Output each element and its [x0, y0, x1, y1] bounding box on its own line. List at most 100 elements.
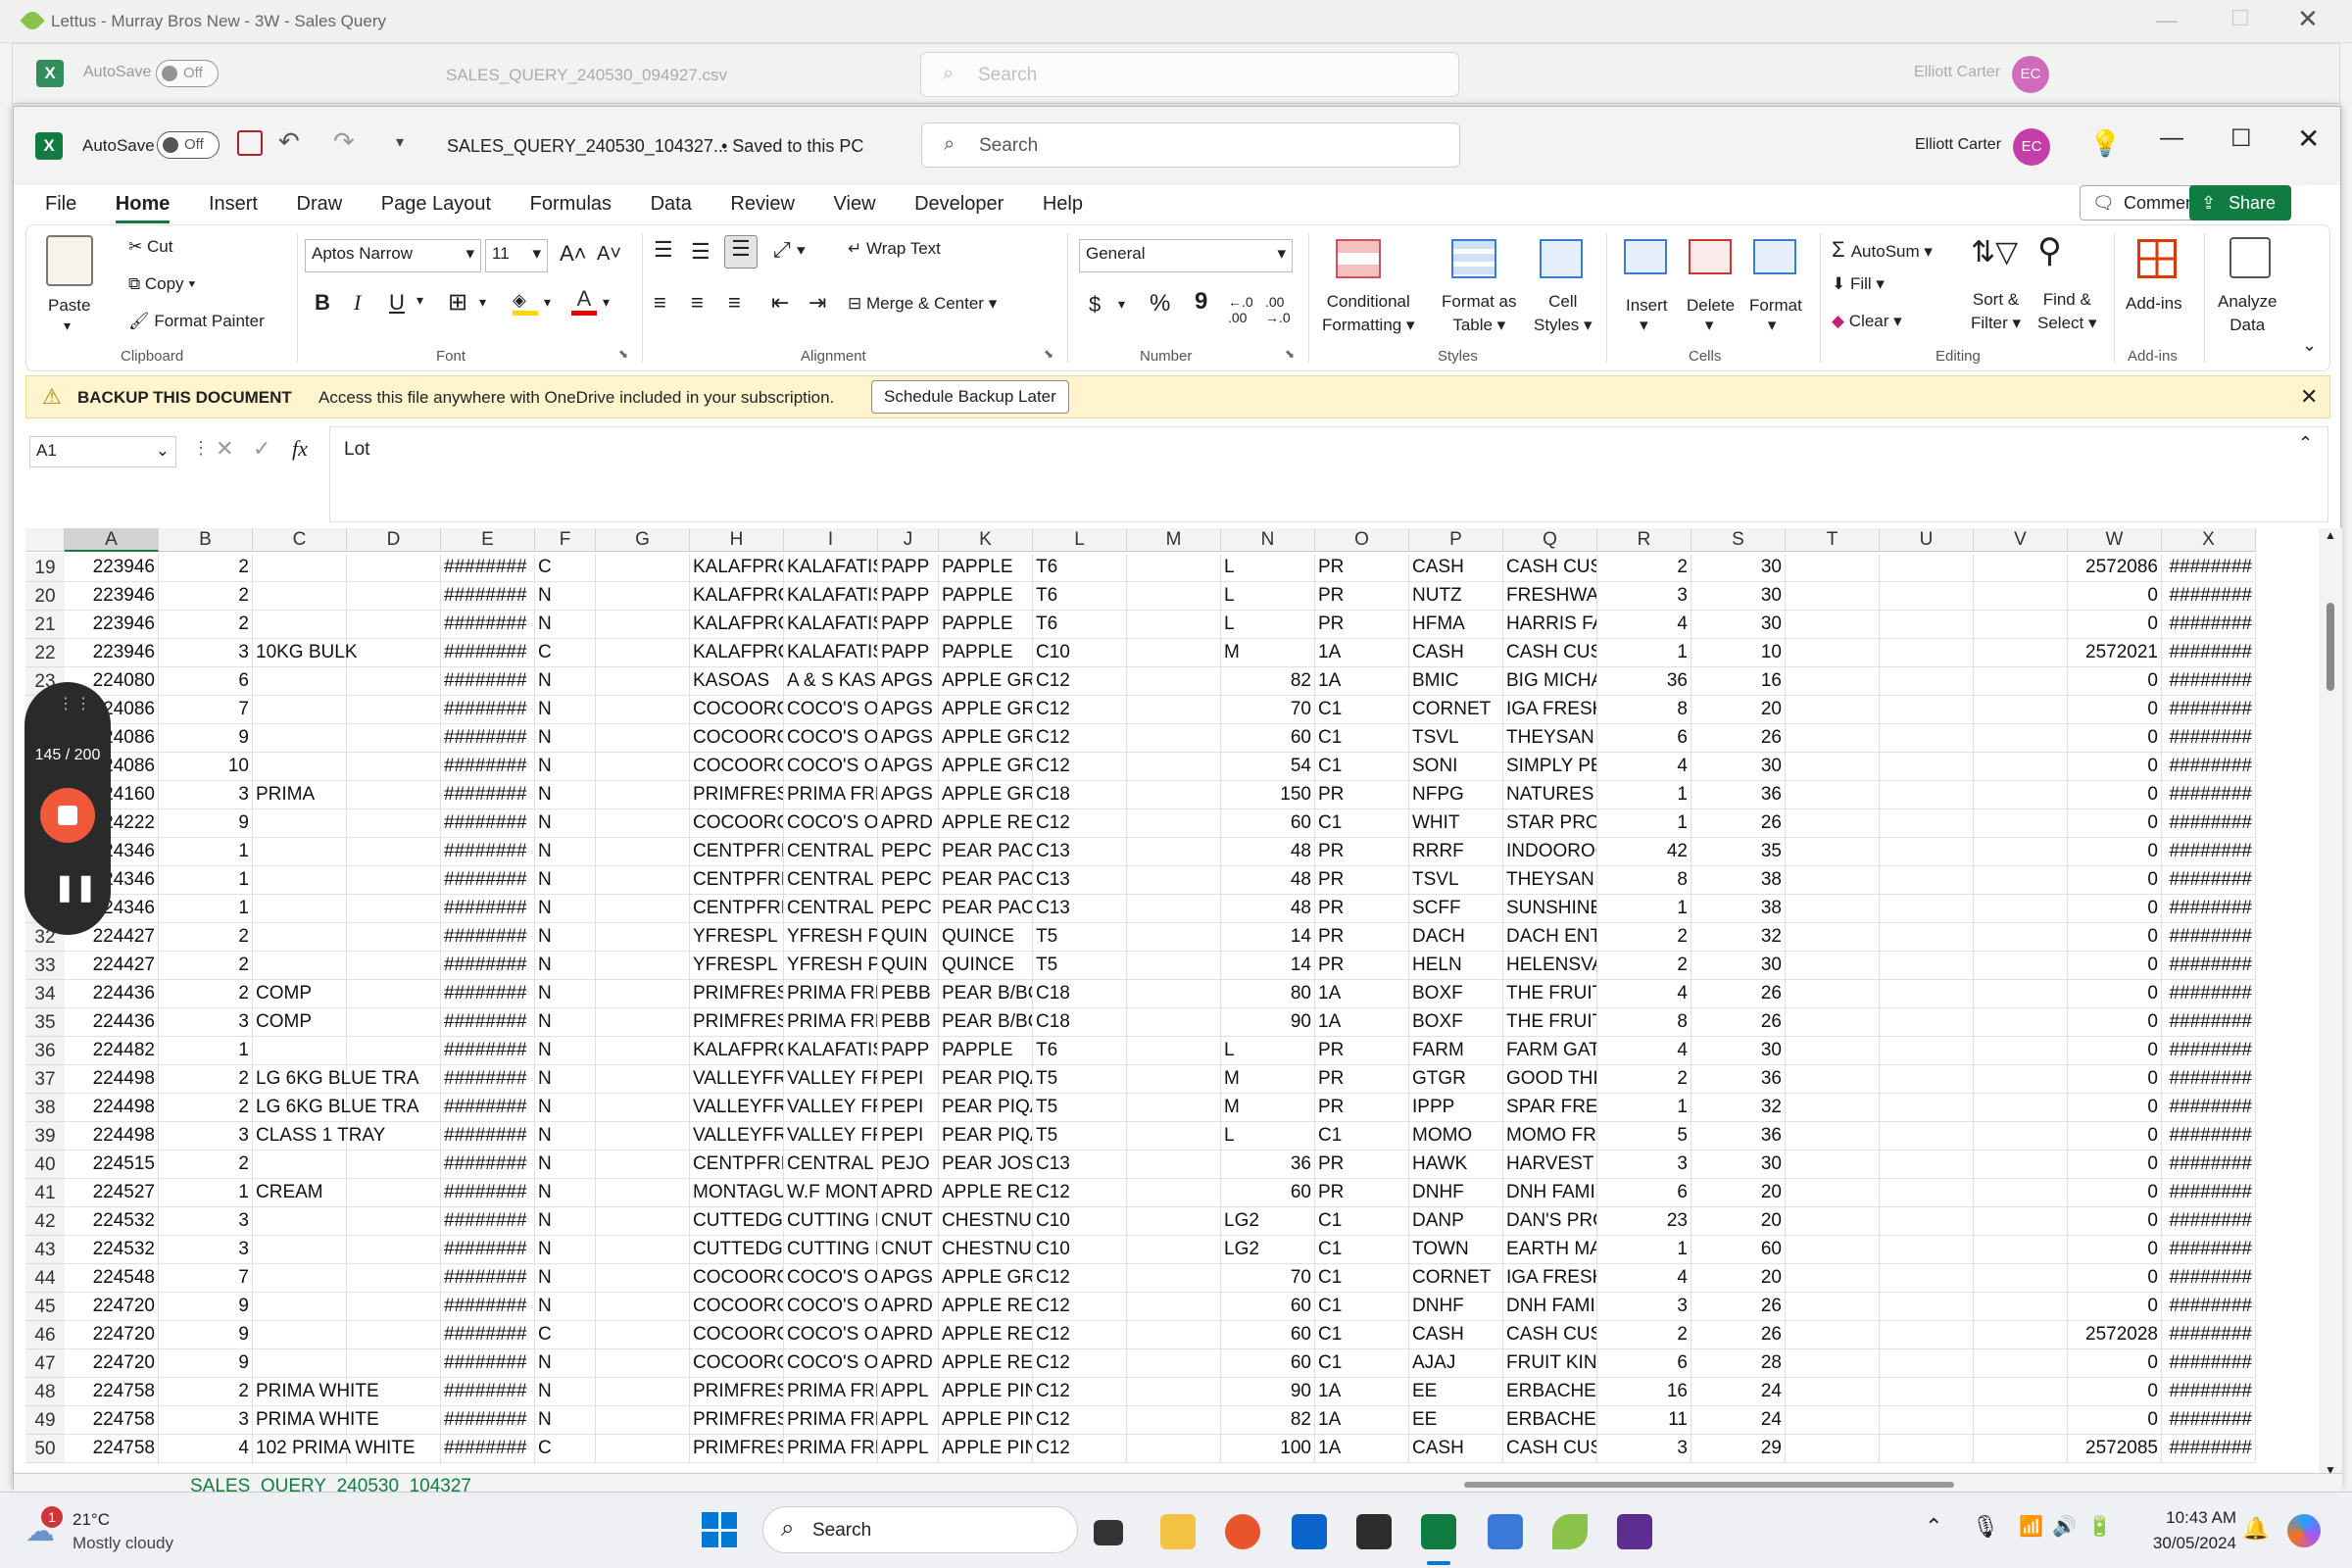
- cell-d[interactable]: [347, 639, 441, 667]
- cell-o[interactable]: C1: [1315, 724, 1409, 753]
- cell-w[interactable]: 2572086: [2068, 554, 2162, 582]
- currency-button[interactable]: $: [1089, 292, 1101, 318]
- row-header[interactable]: 41: [25, 1179, 65, 1207]
- cell-h[interactable]: CUTTEDGI: [690, 1207, 784, 1236]
- cell-f[interactable]: N: [535, 696, 596, 724]
- cell-k[interactable]: CHESTNU': [939, 1207, 1033, 1236]
- cell-i[interactable]: PRIMA FRE: [784, 781, 878, 809]
- column-header-t[interactable]: T: [1786, 528, 1880, 552]
- column-header-s[interactable]: S: [1691, 528, 1786, 552]
- cell-h[interactable]: CENTPFRE: [690, 1151, 784, 1179]
- align-middle-icon[interactable]: ☰: [691, 239, 710, 265]
- clock-date[interactable]: 30/05/2024: [2142, 1534, 2236, 1553]
- collapse-formula-icon[interactable]: ⌃: [2298, 433, 2313, 454]
- cell-d[interactable]: [347, 1207, 441, 1236]
- tab-data[interactable]: Data: [651, 193, 692, 215]
- cell-o[interactable]: 1A: [1315, 1378, 1409, 1406]
- cell-b[interactable]: 1: [159, 895, 253, 923]
- cell-p[interactable]: IPPP: [1409, 1094, 1503, 1122]
- cancel-entry-icon[interactable]: ✕: [216, 436, 233, 462]
- cell-r[interactable]: 2: [1597, 923, 1691, 952]
- cell-m[interactable]: [1127, 1207, 1221, 1236]
- cell-u[interactable]: [1880, 980, 1974, 1008]
- cell-s[interactable]: 20: [1691, 1179, 1786, 1207]
- cell-u[interactable]: [1880, 753, 1974, 781]
- cell-p[interactable]: TSVL: [1409, 724, 1503, 753]
- cell-u[interactable]: [1880, 1179, 1974, 1207]
- cell-h[interactable]: COCOORC: [690, 1321, 784, 1349]
- cell-l[interactable]: T5: [1033, 1065, 1127, 1094]
- cell-n[interactable]: L: [1221, 1122, 1315, 1151]
- row-header[interactable]: 47: [25, 1349, 65, 1378]
- cell-h[interactable]: CENTPFRE: [690, 895, 784, 923]
- borders-dropdown-icon[interactable]: ▾: [479, 294, 486, 311]
- cell-e[interactable]: ########: [441, 753, 535, 781]
- cell-c[interactable]: CLASS 1 TRAY: [253, 1122, 385, 1151]
- decrease-indent-icon[interactable]: ⇤: [771, 290, 789, 316]
- cell-g[interactable]: [596, 1037, 690, 1065]
- cell-k[interactable]: PEAR PACI: [939, 895, 1033, 923]
- notepad-icon[interactable]: [1488, 1514, 1523, 1549]
- cell-r[interactable]: 4: [1597, 753, 1691, 781]
- cell-l[interactable]: C13: [1033, 895, 1127, 923]
- cell-d[interactable]: [347, 753, 441, 781]
- cell-q[interactable]: FRESHWAY: [1503, 582, 1597, 611]
- cell-r[interactable]: 1: [1597, 1236, 1691, 1264]
- cell-w[interactable]: 0: [2068, 1264, 2162, 1293]
- cell-o[interactable]: C1: [1315, 809, 1409, 838]
- cell-r[interactable]: 8: [1597, 696, 1691, 724]
- cell-j[interactable]: PEJO: [878, 1151, 939, 1179]
- cell-t[interactable]: [1786, 1122, 1880, 1151]
- cell-x[interactable]: ########: [2162, 1151, 2256, 1179]
- cell-m[interactable]: [1127, 1321, 1221, 1349]
- cell-n[interactable]: 60: [1221, 724, 1315, 753]
- cell-r[interactable]: 6: [1597, 724, 1691, 753]
- cell-p[interactable]: EE: [1409, 1378, 1503, 1406]
- cell-k[interactable]: APPLE REI: [939, 809, 1033, 838]
- cell-v[interactable]: [1974, 1293, 2068, 1321]
- sheet-tab[interactable]: SALES_QUERY_240530_104327: [190, 1474, 471, 1494]
- cell-m[interactable]: [1127, 1435, 1221, 1463]
- decrease-decimal-icon[interactable]: .00 →.0: [1265, 294, 1291, 325]
- cell-h[interactable]: KALAFPRC: [690, 611, 784, 639]
- bg-avatar[interactable]: EC: [2012, 56, 2049, 93]
- cell-h[interactable]: KALAFPRC: [690, 1037, 784, 1065]
- row-header[interactable]: 49: [25, 1406, 65, 1435]
- cell-g[interactable]: [596, 639, 690, 667]
- cell-e[interactable]: ########: [441, 1321, 535, 1349]
- cell-j[interactable]: APGS: [878, 667, 939, 696]
- cell-x[interactable]: ########: [2162, 1264, 2256, 1293]
- cell-b[interactable]: 2: [159, 952, 253, 980]
- cell-l[interactable]: C12: [1033, 753, 1127, 781]
- column-header-c[interactable]: C: [253, 528, 347, 552]
- cell-l[interactable]: C13: [1033, 1151, 1127, 1179]
- cell-l[interactable]: C10: [1033, 1236, 1127, 1264]
- cell-a[interactable]: 223946: [65, 611, 159, 639]
- cell-m[interactable]: [1127, 1349, 1221, 1378]
- decrease-font-icon[interactable]: A˅: [597, 243, 621, 266]
- cell-j[interactable]: APRD: [878, 1321, 939, 1349]
- cell-a[interactable]: 224720: [65, 1349, 159, 1378]
- cell-l[interactable]: C12: [1033, 1264, 1127, 1293]
- cell-s[interactable]: 30: [1691, 1151, 1786, 1179]
- tab-help[interactable]: Help: [1043, 193, 1083, 215]
- cell-a[interactable]: 224527: [65, 1179, 159, 1207]
- sort-filter-button[interactable]: Sort & Filter ▾: [1971, 288, 2021, 335]
- cell-e[interactable]: ########: [441, 1207, 535, 1236]
- cell-u[interactable]: [1880, 1435, 1974, 1463]
- cell-r[interactable]: 6: [1597, 1179, 1691, 1207]
- column-header-h[interactable]: H: [690, 528, 784, 552]
- cell-b[interactable]: 9: [159, 1349, 253, 1378]
- cell-o[interactable]: PR: [1315, 952, 1409, 980]
- cell-l[interactable]: C12: [1033, 1349, 1127, 1378]
- cell-d[interactable]: [347, 952, 441, 980]
- cell-l[interactable]: T5: [1033, 1094, 1127, 1122]
- cell-e[interactable]: ########: [441, 1293, 535, 1321]
- cell-f[interactable]: N: [535, 1094, 596, 1122]
- cell-c[interactable]: [253, 1349, 347, 1378]
- row-header[interactable]: 50: [25, 1435, 65, 1463]
- cell-q[interactable]: NATURES I: [1503, 781, 1597, 809]
- cell-t[interactable]: [1786, 696, 1880, 724]
- cell-r[interactable]: 2: [1597, 952, 1691, 980]
- pause-recording-icon[interactable]: ❚❚: [54, 872, 97, 903]
